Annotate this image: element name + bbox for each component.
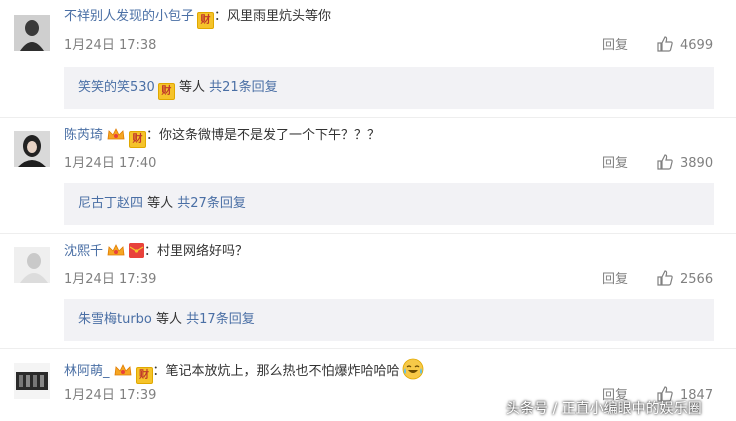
divider — [0, 233, 736, 234]
avatar[interactable] — [14, 15, 50, 51]
reply-button[interactable]: 回复 — [602, 155, 628, 173]
comment-text: ：笔记本放炕上，那么热也不怕爆炸哈哈哈 — [152, 364, 400, 379]
sub-reply-suffix: 等人 — [151, 312, 187, 327]
sub-reply-count-link[interactable]: 共17条回复 — [186, 312, 255, 327]
sub-reply-suffix: 等人 — [143, 196, 178, 211]
comment-username[interactable]: 陈芮琦 — [64, 128, 103, 143]
like-button[interactable]: 3890 — [656, 153, 713, 174]
sub-replies-box[interactable]: 朱雪梅turbo 等人 共17条回复 — [64, 299, 714, 341]
sub-reply-suffix: 等人 — [174, 80, 210, 95]
wealth-badge-icon: 财 — [157, 83, 175, 100]
comment-text: ：风里雨里炕头等你 — [214, 9, 332, 24]
crown-badge-icon[interactable] — [113, 362, 133, 378]
comment-timestamp: 1月24日 17:39 — [64, 272, 157, 287]
comment-text: ：村里网络好吗？ — [144, 244, 249, 259]
reply-button[interactable]: 回复 — [602, 37, 628, 55]
comment-timestamp: 1月24日 17:40 — [64, 156, 157, 171]
like-button[interactable]: 4699 — [656, 35, 713, 56]
crown-badge-icon[interactable] — [106, 126, 126, 142]
like-count: 4699 — [680, 38, 714, 53]
like-button[interactable]: 2566 — [656, 269, 713, 290]
crown-badge-icon[interactable] — [106, 242, 126, 258]
divider — [0, 117, 736, 118]
sub-reply-users-link[interactable]: 笑笑的笑530 — [78, 80, 155, 95]
comment-timestamp: 1月24日 17:39 — [64, 388, 157, 403]
sub-reply-count-link[interactable]: 共21条回复 — [209, 80, 278, 95]
red-envelope-icon[interactable] — [129, 243, 145, 258]
comment-username[interactable]: 沈熙千 — [64, 244, 103, 259]
avatar[interactable] — [14, 247, 50, 283]
comment-text: ：你这条微博是不是发了一个下午？？？ — [146, 128, 381, 143]
reply-button[interactable]: 回复 — [602, 271, 628, 289]
thumbs-up-icon — [657, 154, 673, 170]
sub-replies-box[interactable]: 笑笑的笑530 财 等人 共21条回复 — [64, 67, 714, 109]
watermark: 头条号 / 正直小编眼中的娱乐圈 — [506, 401, 702, 417]
wealth-badge-icon[interactable]: 财 — [197, 12, 215, 29]
sub-reply-users-link[interactable]: 尼古丁赵四 — [78, 196, 143, 211]
thumbs-up-icon — [657, 36, 673, 52]
sub-reply-count-link[interactable]: 共27条回复 — [177, 196, 246, 211]
like-count: 3890 — [680, 156, 714, 171]
comment-username[interactable]: 不祥别人发现的小包子 — [64, 9, 194, 24]
avatar[interactable] — [14, 131, 50, 167]
laugh-cry-emoji-icon — [402, 358, 424, 386]
like-count: 2566 — [680, 272, 714, 287]
comment-username[interactable]: 林阿萌_ — [64, 364, 110, 379]
wealth-badge-icon[interactable]: 财 — [135, 367, 153, 384]
avatar[interactable] — [14, 363, 50, 399]
thumbs-up-icon — [657, 270, 673, 286]
wealth-badge-icon[interactable]: 财 — [129, 131, 147, 148]
comment-timestamp: 1月24日 17:38 — [64, 38, 157, 53]
sub-replies-box[interactable]: 尼古丁赵四 等人 共27条回复 — [64, 183, 714, 225]
sub-reply-users-link[interactable]: 朱雪梅turbo — [78, 312, 152, 327]
divider — [0, 348, 736, 349]
